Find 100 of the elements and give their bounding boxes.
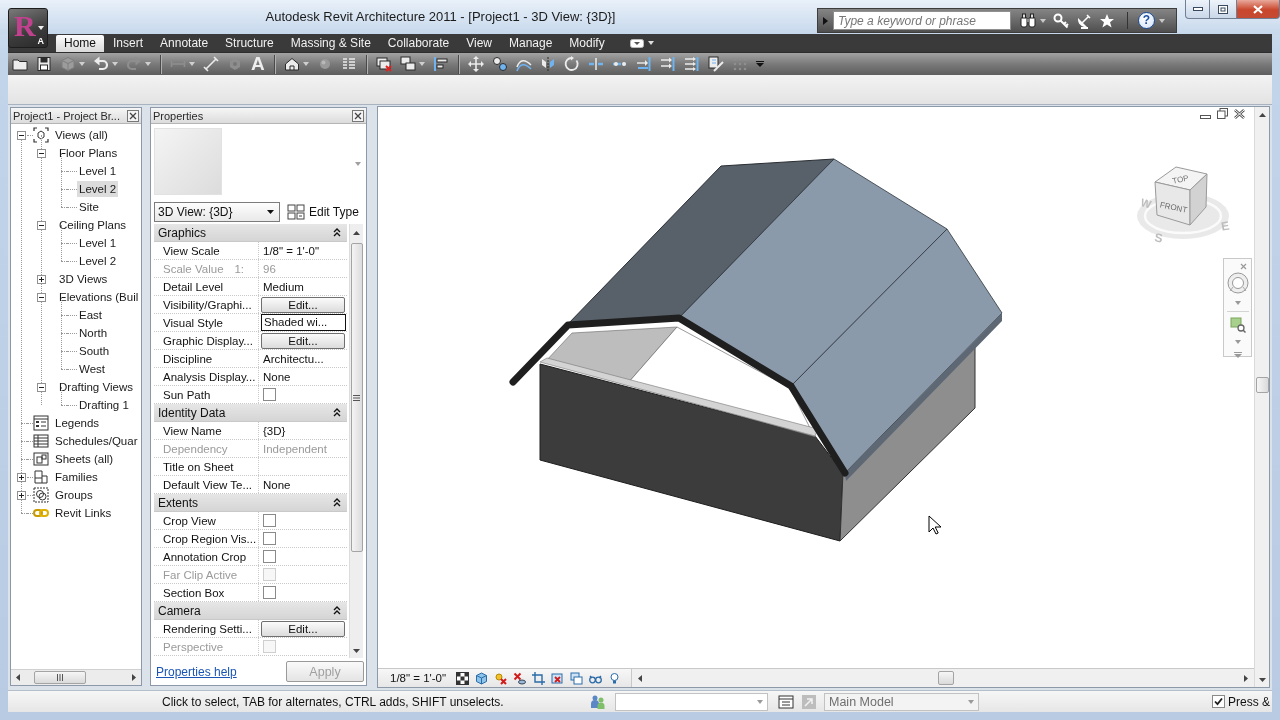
collapse-icon[interactable] — [37, 148, 46, 158]
caret-icon[interactable] — [1159, 18, 1165, 23]
tree-item[interactable]: Site — [77, 199, 101, 215]
tree-item[interactable]: West — [77, 361, 107, 377]
checkbox[interactable] — [263, 532, 276, 545]
two-arrows-to-line-icon[interactable] — [659, 56, 676, 72]
view-cube[interactable] — [1154, 166, 1208, 226]
checkbox[interactable] — [263, 388, 276, 401]
type-selector[interactable]: 3D View: {3D} — [154, 202, 280, 222]
key-icon[interactable] — [1053, 12, 1069, 29]
tree-item[interactable]: Legends — [53, 415, 102, 431]
horizontal-scrollbar[interactable] — [11, 669, 141, 685]
tree-item[interactable]: East — [77, 307, 104, 323]
scrollbar-thumb[interactable] — [34, 671, 86, 684]
tree-item[interactable]: Elevations (Buil — [57, 289, 141, 305]
tree-item[interactable]: Floor Plans — [57, 145, 120, 161]
property-group-header[interactable]: Graphics — [154, 224, 347, 242]
checkbox[interactable] — [263, 586, 276, 599]
tree-item[interactable]: South — [77, 343, 112, 359]
expand-icon[interactable] — [17, 472, 26, 482]
crop-frame-icon[interactable] — [532, 671, 546, 685]
rectangle-icon[interactable] — [629, 38, 644, 48]
minimize-button[interactable] — [1185, 0, 1210, 19]
split-line-icon[interactable] — [587, 56, 604, 72]
tree-item[interactable]: Groups — [53, 487, 95, 503]
ribbon-tab[interactable]: Insert — [105, 35, 152, 52]
close-icon[interactable] — [352, 109, 364, 122]
up-arrow-icon[interactable] — [1258, 113, 1266, 117]
window-list-icon[interactable] — [778, 693, 794, 710]
checkbox[interactable] — [263, 514, 276, 527]
sun-cross-icon[interactable] — [494, 671, 508, 685]
crossed-frame-icon[interactable] — [551, 671, 565, 685]
collapse-icon[interactable] — [17, 130, 26, 140]
edit-type-button[interactable]: Edit Type — [285, 202, 361, 222]
align-bars-icon[interactable] — [432, 56, 449, 72]
tree-item[interactable]: Level 2 — [77, 253, 119, 269]
property-group-header[interactable]: Camera — [154, 602, 347, 620]
undo-arrow-icon[interactable] — [93, 56, 109, 72]
cube-icon[interactable] — [475, 671, 489, 685]
tree-item[interactable]: Ceiling Plans — [57, 217, 129, 233]
right-arrow-icon[interactable] — [1244, 674, 1248, 682]
folder-icon[interactable] — [12, 56, 28, 72]
binoculars-icon[interactable] — [1020, 13, 1036, 28]
tree-item[interactable]: 3D Views — [57, 271, 110, 287]
tree-item[interactable]: Revit Links — [53, 505, 114, 521]
scrollbar-thumb[interactable] — [350, 243, 363, 552]
down-arrow-icon[interactable] — [353, 649, 360, 653]
restore-button[interactable] — [1210, 0, 1237, 19]
collapse-icon[interactable] — [37, 220, 46, 230]
close-icon[interactable] — [127, 109, 139, 122]
view-scale[interactable]: 1/8" = 1'-0" — [390, 672, 447, 684]
thin-lines-icon[interactable] — [340, 56, 357, 72]
satellite-dish-icon[interactable] — [1076, 12, 1092, 29]
pencil-sheet-icon[interactable] — [707, 56, 724, 72]
four-way-arrow-icon[interactable] — [467, 56, 484, 72]
caret-icon[interactable] — [1040, 18, 1046, 23]
tree-item[interactable]: Families — [53, 469, 100, 485]
tree-item[interactable]: Level 2 — [77, 181, 119, 197]
right-arrow-icon[interactable] — [132, 674, 136, 681]
ribbon-tab[interactable]: Modify — [561, 35, 613, 52]
caret-icon[interactable] — [647, 41, 654, 45]
dropdown-field[interactable] — [615, 692, 768, 711]
close-button[interactable] — [1237, 0, 1280, 19]
left-arrow-icon[interactable] — [638, 674, 642, 682]
tree-item[interactable]: Level 1 — [77, 235, 119, 251]
stacked-frames-icon[interactable] — [570, 671, 584, 685]
vertical-scrollbar[interactable] — [349, 224, 363, 658]
caret-icon[interactable] — [755, 61, 764, 67]
copy-circles-icon[interactable] — [491, 56, 508, 72]
ribbon-tab[interactable]: View — [458, 35, 500, 52]
checkered-square-icon[interactable] — [456, 671, 470, 685]
search-field[interactable]: Type a keyword or phrase — [833, 11, 1011, 30]
star-icon[interactable] — [1099, 12, 1115, 29]
scrollbar-thumb[interactable] — [1255, 377, 1269, 393]
expand-triangle-icon[interactable] — [823, 16, 828, 25]
arrow-to-line-icon[interactable] — [635, 56, 652, 72]
tree-item[interactable]: Level 1 — [77, 163, 119, 179]
properties-help-link[interactable]: Properties help — [156, 664, 237, 679]
checkbox[interactable] — [263, 550, 276, 563]
tree-item[interactable]: Drafting 1 — [77, 397, 131, 413]
tree-item[interactable]: Drafting Views — [57, 379, 135, 395]
close-icon[interactable] — [1234, 108, 1245, 119]
tiled-windows-icon[interactable] — [399, 56, 416, 72]
cross-mark-icon[interactable] — [513, 671, 527, 685]
text-tool-button[interactable]: A — [249, 54, 267, 74]
ribbon-tab[interactable]: Annotate — [152, 35, 217, 52]
stacked-windows-icon[interactable] — [375, 56, 392, 72]
property-group-header[interactable]: Identity Data — [154, 404, 347, 422]
edit-button[interactable]: Edit... — [261, 620, 345, 637]
zoom-icon[interactable] — [1229, 317, 1246, 333]
tree-item[interactable]: Sheets (all) — [53, 451, 116, 467]
mirror-icon[interactable] — [539, 56, 556, 72]
property-group-header[interactable]: Extents — [154, 494, 347, 512]
value-field[interactable]: Shaded wi... — [261, 314, 346, 331]
tree-item[interactable]: Schedules/Quar — [53, 433, 140, 449]
edit-button[interactable]: Edit... — [261, 332, 345, 349]
cube-face-label[interactable]: TOP — [1171, 173, 1190, 186]
down-arrow-icon[interactable] — [1258, 678, 1266, 682]
collapse-icon[interactable] — [37, 292, 46, 302]
three-arrows-to-line-icon[interactable] — [683, 56, 700, 72]
